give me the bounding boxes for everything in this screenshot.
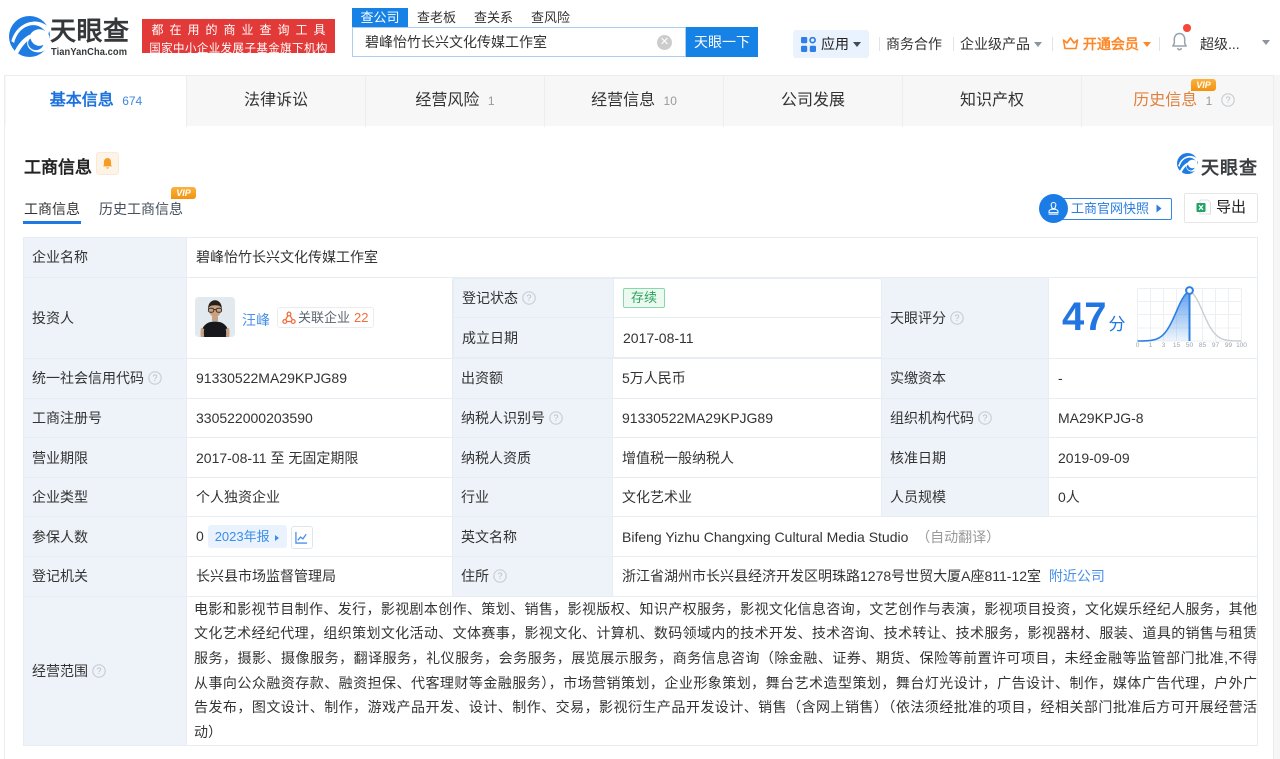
svg-text:85: 85 [1199,342,1207,349]
svg-text:?: ? [526,293,531,303]
svg-text:?: ? [1225,95,1230,105]
svg-text:99: 99 [1225,342,1233,349]
svg-text:?: ? [152,373,157,383]
svg-text:?: ? [497,571,502,581]
svg-text:1: 1 [1149,342,1153,349]
svg-text:97: 97 [1212,342,1220,349]
svg-text:50: 50 [1186,342,1194,349]
svg-text:?: ? [553,413,558,423]
svg-text:100: 100 [1236,342,1247,349]
svg-text:?: ? [954,313,959,323]
svg-text:?: ? [982,413,987,423]
svg-text:3: 3 [1162,342,1166,349]
svg-text:?: ? [96,666,101,676]
svg-text:15: 15 [1173,342,1181,349]
svg-text:0: 0 [1136,342,1140,349]
